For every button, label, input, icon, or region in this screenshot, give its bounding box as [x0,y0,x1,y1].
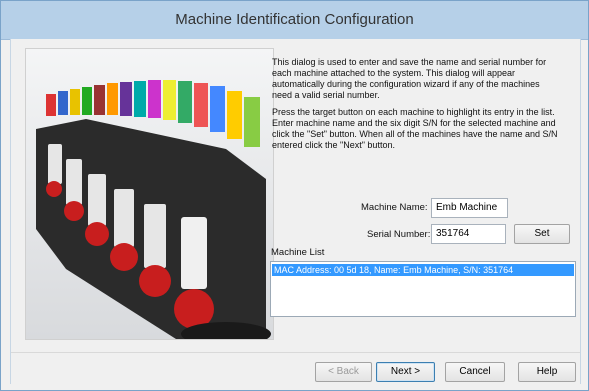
serial-number-input[interactable]: 351764 [431,224,506,244]
machine-list-label: Machine List [271,247,325,258]
machine-name-input[interactable]: Emb Machine [431,198,508,218]
machine-list[interactable]: MAC Address: 00 5d 18, Name: Emb Machine… [270,261,576,317]
machine-name-label: Machine Name: [361,202,428,213]
serial-number-label: Serial Number: [367,229,431,240]
cancel-button[interactable]: Cancel [445,362,505,382]
title-bar[interactable]: Machine Identification Configuration [1,1,588,40]
instructions-paragraph-2: Press the target button on each machine … [272,107,558,150]
next-button[interactable]: Next > [376,362,435,382]
machine-illustration [26,49,273,339]
set-button[interactable]: Set [514,224,570,244]
back-button[interactable]: < Back [315,362,372,382]
embroidery-machine-image [25,48,274,340]
dialog-body: This dialog is used to enter and save th… [10,39,581,384]
button-separator [11,352,580,353]
instructions-text: This dialog is used to enter and save th… [272,57,562,157]
window-title: Machine Identification Configuration [175,11,414,28]
help-button[interactable]: Help [518,362,576,382]
list-item[interactable]: MAC Address: 00 5d 18, Name: Emb Machine… [272,264,574,276]
instructions-paragraph-1: This dialog is used to enter and save th… [272,57,547,100]
dialog-window: Machine Identification Configuration Thi… [0,0,589,391]
